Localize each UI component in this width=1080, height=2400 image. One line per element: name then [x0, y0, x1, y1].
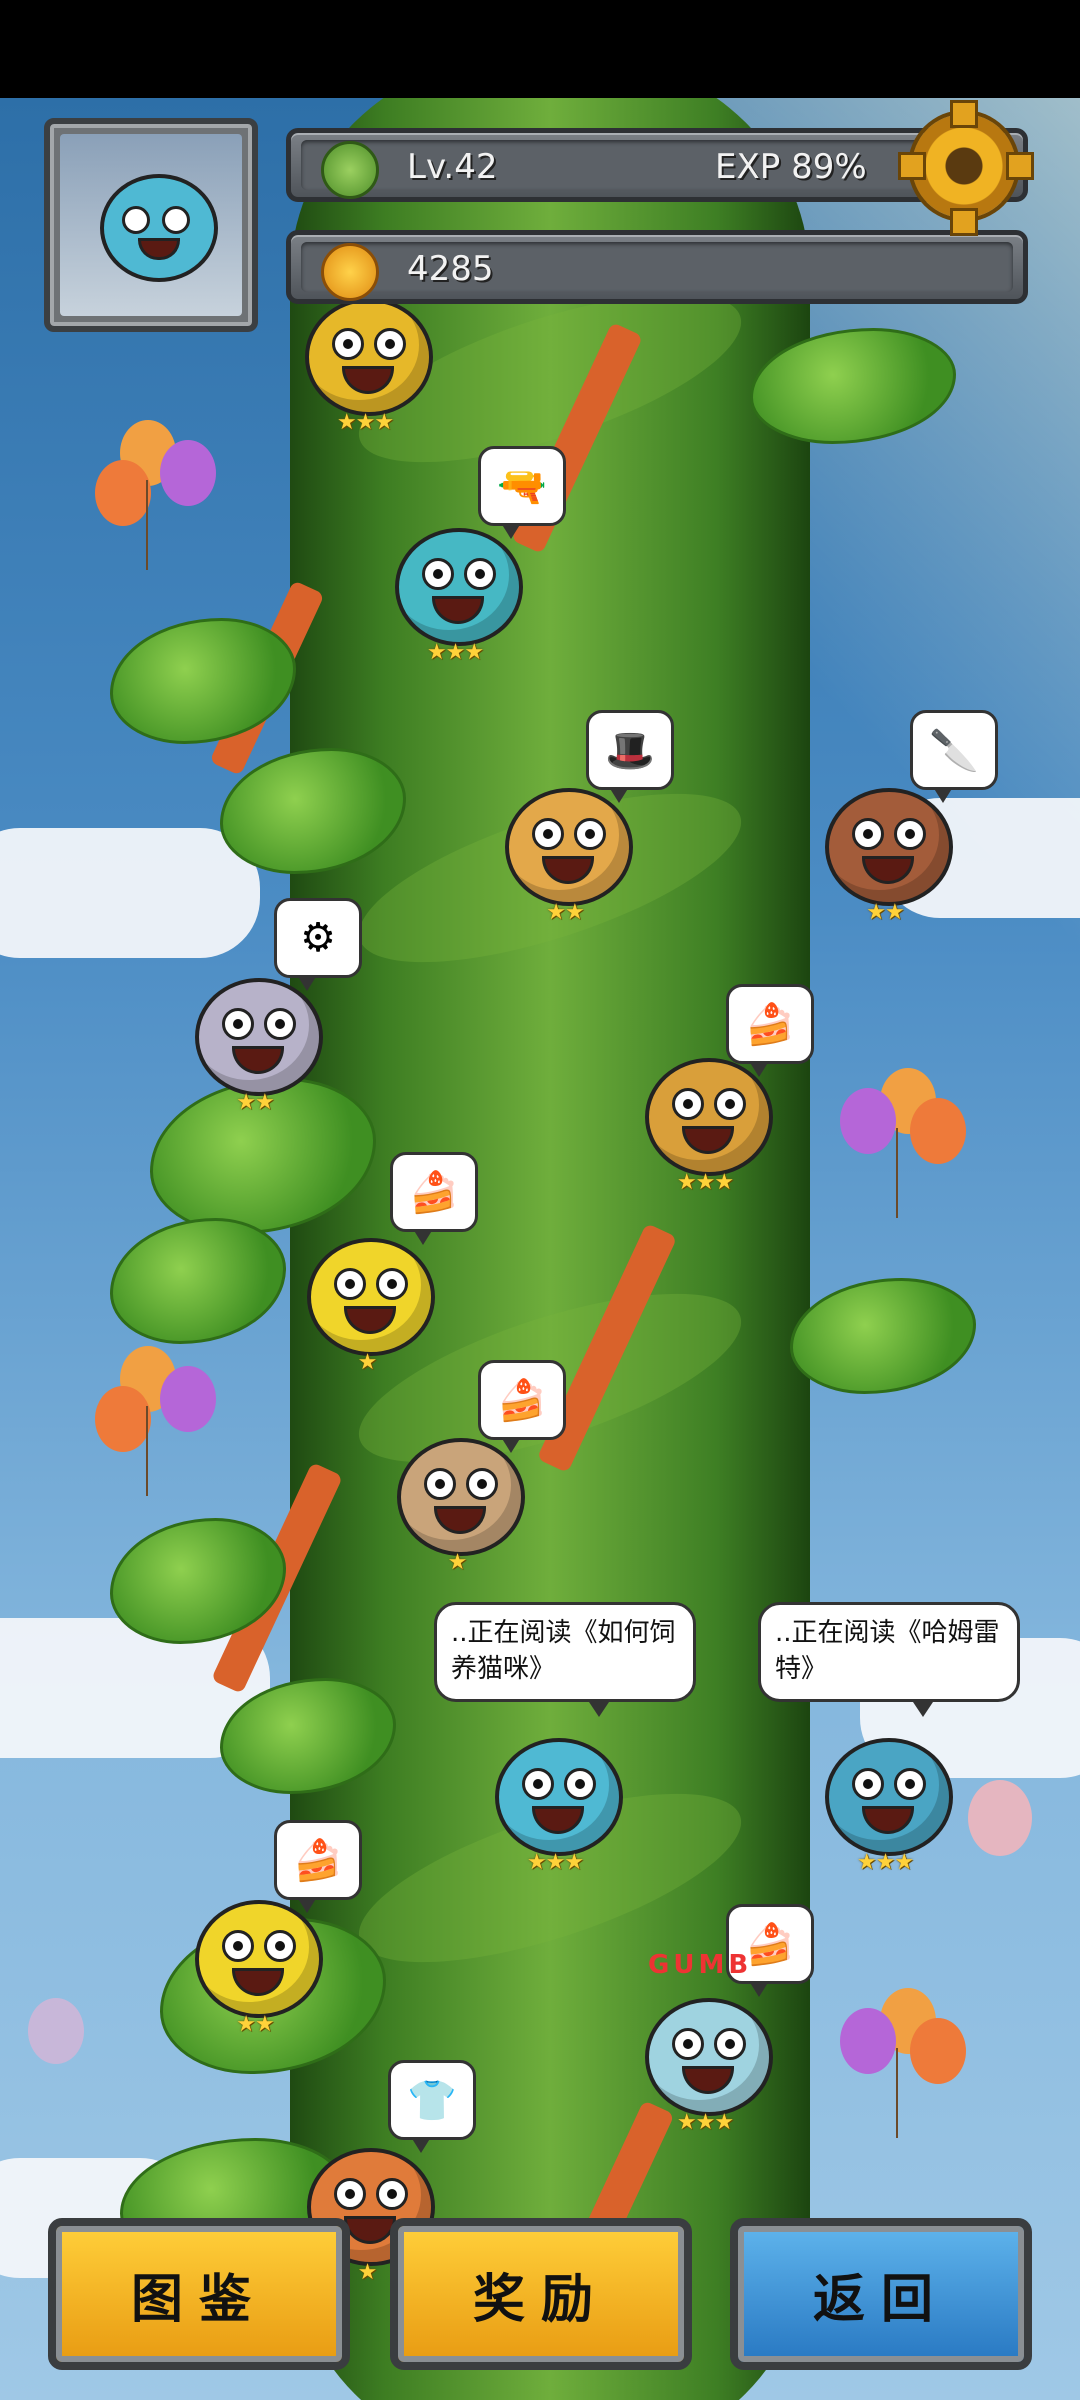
star-rating: ★★★	[426, 640, 484, 665]
beanstalk-scene: ★★★ 🔫 ★★★ 🎩 ★★ 🔪 ★★ ⚙ ★★ 🍰 ★★★ 🍰 ★ 🍰 ★ .…	[0, 98, 1080, 2400]
character-tier-7-right[interactable]: ★★★	[800, 1718, 970, 1888]
star-rating: ★★	[546, 900, 584, 925]
character-tier-4-right[interactable]: ★★★	[620, 1038, 790, 1208]
fruit-icon	[321, 243, 379, 301]
star-rating: ★	[447, 1550, 468, 1575]
exp-text: EXP 89%	[715, 147, 867, 187]
currency-bar: 4285	[286, 230, 1028, 304]
cake-icon: 🍰	[497, 1377, 547, 1424]
character-tier-6[interactable]: ★	[372, 1418, 542, 1588]
currency-amount: 4285	[407, 249, 494, 289]
tree-icon	[321, 141, 379, 199]
back-button[interactable]: 返回	[730, 2218, 1032, 2370]
balloons	[840, 1988, 966, 2158]
balloons	[90, 1346, 216, 1516]
cake-icon: 🍰	[745, 1921, 795, 1968]
gumball-sign: GUMB	[648, 1950, 753, 1980]
level-text: Lv.42	[407, 147, 498, 187]
gear-icon[interactable]	[898, 100, 1034, 236]
hat-icon: 🎩	[605, 727, 655, 774]
character-tier-4-left[interactable]: ★★	[170, 958, 340, 1128]
rewards-button[interactable]: 奖励	[390, 2218, 692, 2370]
star-rating: ★★	[236, 2012, 274, 2037]
star-rating: ★★★	[336, 410, 394, 435]
star-rating: ★★★	[676, 1170, 734, 1195]
player-avatar[interactable]	[44, 118, 258, 332]
character-tier-3-center[interactable]: ★★	[480, 768, 650, 938]
cake-icon: 🍰	[293, 1837, 343, 1884]
rewards-button-label: 奖励	[472, 2269, 609, 2330]
cake-icon: 🍰	[409, 1169, 459, 1216]
hot-air-balloon	[968, 1780, 1032, 1856]
star-rating: ★★	[236, 1090, 274, 1115]
star-rating: ★	[357, 1350, 378, 1375]
character-tier-8-right[interactable]: ★★★	[620, 1978, 790, 2148]
balloons	[840, 1068, 966, 1238]
character-tier-8-left[interactable]: ★★	[170, 1880, 340, 2050]
character-tier-7-center[interactable]: ★★★	[470, 1718, 640, 1888]
balloons	[90, 420, 216, 590]
hot-air-balloon	[28, 1998, 84, 2064]
gun-icon: 🔫	[497, 463, 547, 510]
shirt-icon: 👕	[407, 2077, 457, 2124]
handbook-button[interactable]: 图鉴	[48, 2218, 350, 2370]
cleaver-icon: 🔪	[929, 727, 979, 774]
back-button-label: 返回	[812, 2269, 949, 2330]
leaf	[110, 618, 296, 744]
leaf	[790, 1278, 976, 1394]
character-tier-2[interactable]: ★★★	[370, 508, 540, 678]
character-tier-3-right[interactable]: ★★	[800, 768, 970, 938]
leaf	[110, 1218, 286, 1344]
speech-bubble: ..正在阅读《哈姆雷特》	[758, 1602, 1020, 1717]
cloud	[0, 828, 260, 958]
handbook-button-label: 图鉴	[130, 2269, 267, 2330]
star-rating: ★★★	[856, 1850, 914, 1875]
star-rating: ★★	[866, 900, 904, 925]
character-tier-5[interactable]: ★	[282, 1218, 452, 1388]
star-rating: ★★★	[526, 1850, 584, 1875]
stones-icon: ⚙	[300, 915, 336, 961]
star-rating: ★★★	[676, 2110, 734, 2135]
avatar-character	[100, 174, 218, 282]
speech-bubble: ..正在阅读《如何饲养猫咪》	[434, 1602, 696, 1717]
